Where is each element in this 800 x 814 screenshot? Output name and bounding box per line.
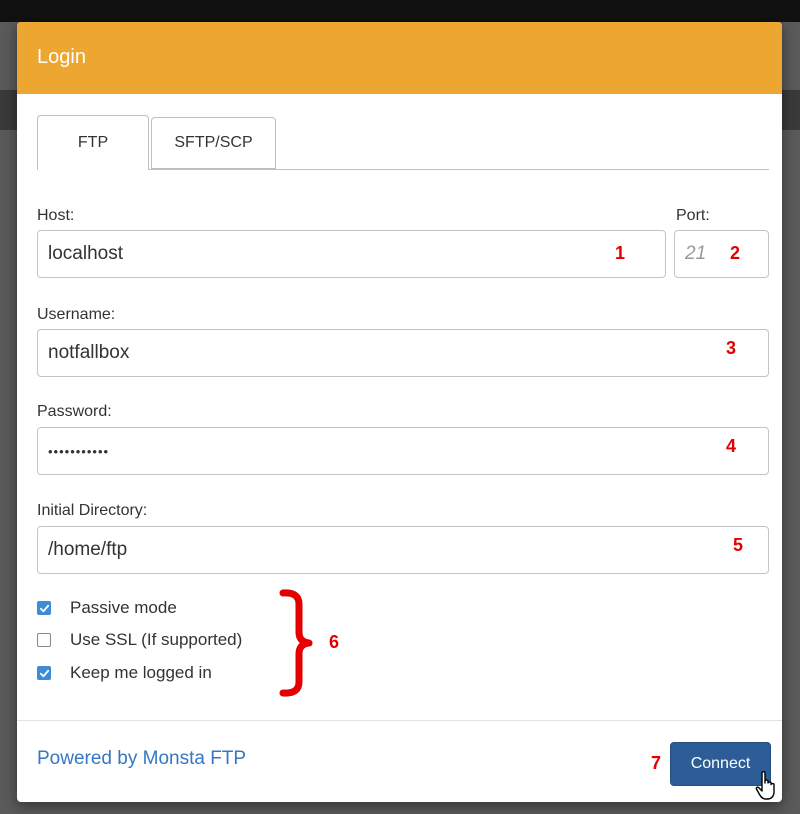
curly-brace-icon [279, 589, 313, 697]
initial-directory-input[interactable] [37, 526, 769, 574]
footer-divider [17, 720, 782, 721]
modal-title: Login [37, 46, 86, 68]
passive-mode-label: Passive mode [70, 598, 177, 617]
use-ssl-checkbox[interactable] [37, 633, 51, 647]
annotation-1: 1 [615, 243, 626, 263]
host-input[interactable] [37, 230, 666, 278]
hand-pointer-icon [755, 770, 775, 800]
modal-header: Login [17, 22, 782, 94]
annotation-6: 6 [329, 632, 340, 652]
keep-logged-in-label: Keep me logged in [70, 663, 212, 682]
tab-sftp-scp[interactable]: SFTP/SCP [151, 117, 276, 169]
passive-mode-checkbox[interactable] [37, 601, 51, 615]
username-label: Username: [37, 306, 116, 323]
protocol-tabs: FTP SFTP/SCP [37, 115, 769, 170]
password-input[interactable] [37, 427, 769, 475]
tab-ftp[interactable]: FTP [37, 115, 149, 170]
annotation-7: 7 [651, 753, 662, 773]
password-label: Password: [37, 403, 112, 420]
keep-logged-in-checkbox[interactable] [37, 666, 51, 680]
host-label: Host: [37, 207, 75, 224]
passive-mode-option[interactable]: Passive mode [37, 596, 177, 620]
use-ssl-label: Use SSL (If supported) [70, 630, 243, 649]
annotation-3: 3 [726, 338, 737, 358]
initial-directory-label: Initial Directory: [37, 502, 148, 519]
port-label: Port: [676, 207, 710, 224]
username-input[interactable] [37, 329, 769, 377]
annotation-5: 5 [733, 535, 744, 555]
backdrop-top [0, 0, 800, 22]
powered-by-link[interactable]: Powered by Monsta FTP [37, 748, 246, 770]
annotation-2: 2 [730, 243, 741, 263]
checkmark-icon [39, 669, 49, 677]
login-modal: Login FTP SFTP/SCP Host: 1 Port: 2 Usern… [17, 22, 782, 802]
port-input[interactable] [674, 230, 769, 278]
keep-logged-in-option[interactable]: Keep me logged in [37, 661, 212, 685]
checkmark-icon [39, 604, 49, 612]
use-ssl-option[interactable]: Use SSL (If supported) [37, 628, 242, 652]
annotation-4: 4 [726, 436, 737, 456]
